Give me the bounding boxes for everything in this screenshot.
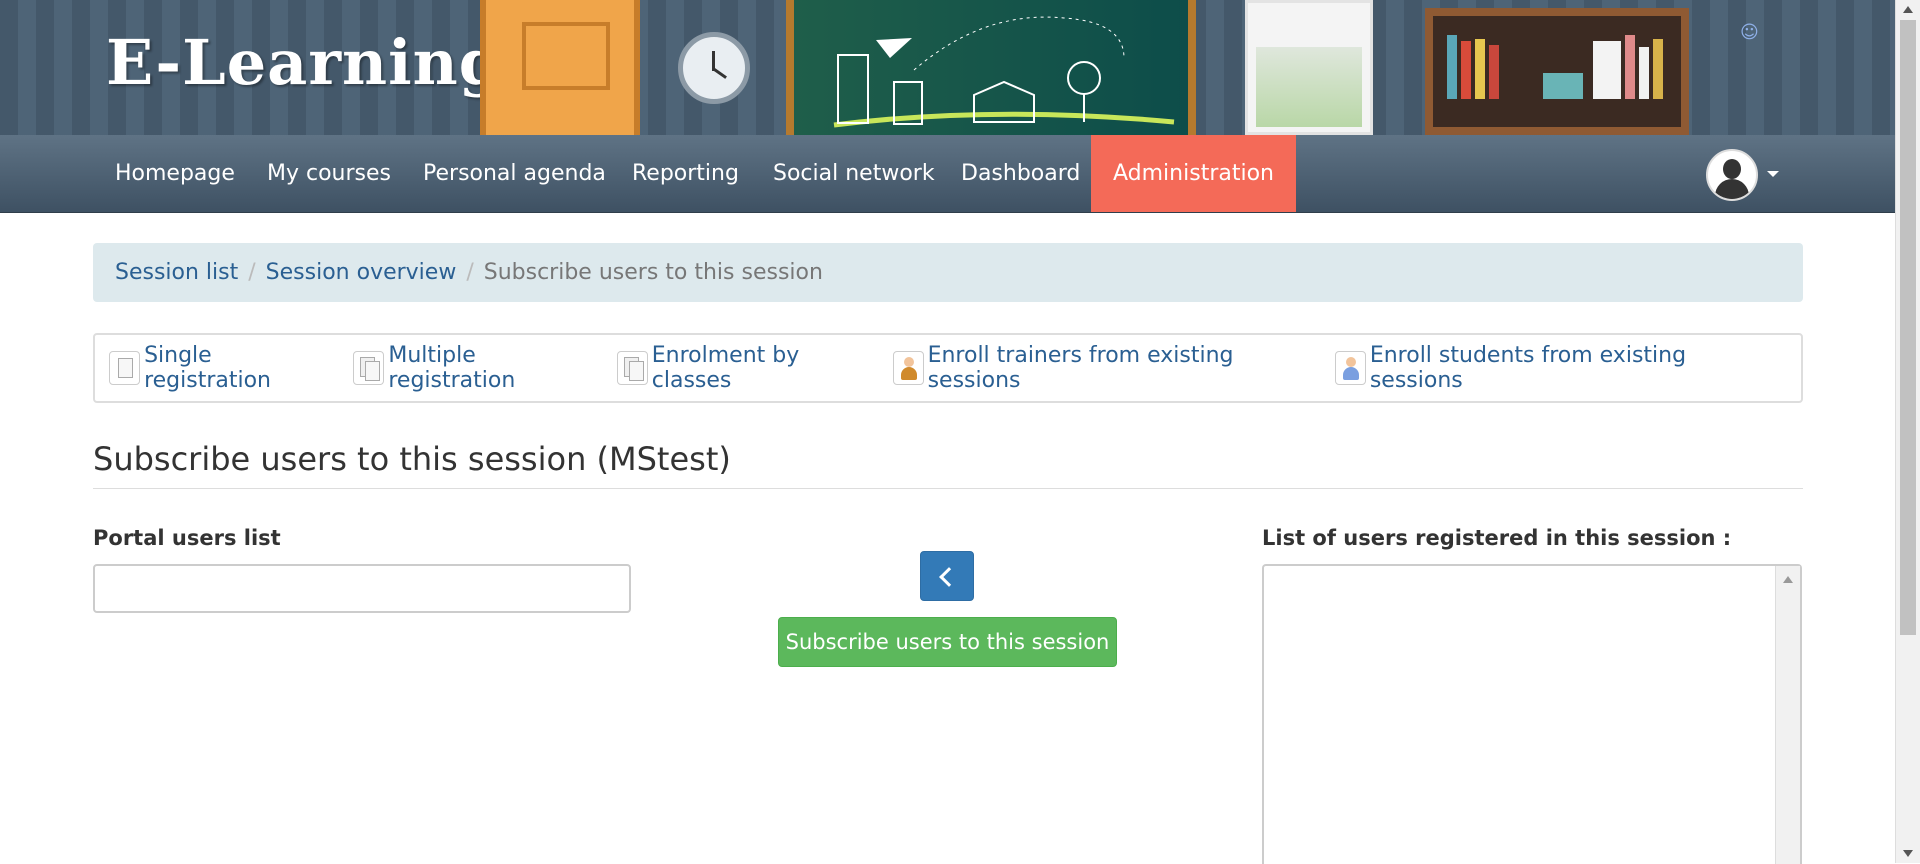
registration-toolbar: Single registration Multiple registratio… — [93, 333, 1803, 403]
user-icon: ☺ — [1740, 22, 1759, 43]
nav-my-courses[interactable]: My courses — [245, 135, 413, 212]
nav-dashboard[interactable]: Dashboard — [939, 135, 1102, 212]
document-icon — [109, 351, 141, 385]
subscribe-users-button[interactable]: Subscribe users to this session — [778, 617, 1117, 667]
breadcrumb-current: Subscribe users to this session — [483, 260, 823, 285]
chevron-down-icon[interactable] — [1767, 171, 1779, 177]
toolbar-label: Enroll trainers from existing sessions — [927, 343, 1234, 393]
breadcrumb-session-list[interactable]: Session list — [115, 260, 238, 285]
nav-social-network[interactable]: Social network — [751, 135, 957, 212]
multiple-registration-link[interactable]: Multiple registration — [353, 343, 602, 393]
enroll-students-link[interactable]: Enroll students from existing sessions — [1334, 343, 1773, 393]
page-title: Subscribe users to this session (MStest) — [93, 440, 731, 478]
chalkboard-illustration — [786, 0, 1196, 135]
toolbar-label: Multiple registration — [388, 343, 516, 393]
move-left-button[interactable] — [920, 551, 974, 601]
nav-administration[interactable]: Administration — [1091, 135, 1296, 212]
toolbar-label: Enroll students from existing sessions — [1369, 343, 1687, 393]
toolbar-label: Enrolment by classes — [651, 343, 800, 393]
scroll-up-icon[interactable] — [1903, 6, 1913, 13]
enrolment-by-classes-link[interactable]: Enrolment by classes — [616, 343, 879, 393]
breadcrumb-separator: / — [466, 260, 474, 285]
user-avatar-icon[interactable] — [1706, 149, 1758, 201]
toolbar-label: Single registration — [144, 343, 271, 393]
list-scrollbar[interactable] — [1775, 566, 1800, 864]
breadcrumb-separator: / — [248, 260, 256, 285]
registered-users-label: List of users registered in this session… — [1262, 526, 1732, 550]
scrollbar-thumb[interactable] — [1900, 20, 1916, 635]
enroll-trainers-link[interactable]: Enroll trainers from existing sessions — [892, 343, 1321, 393]
chevron-left-icon — [939, 567, 959, 587]
scroll-down-icon[interactable] — [1903, 850, 1913, 857]
nav-reporting[interactable]: Reporting — [610, 135, 761, 212]
main-navbar: Homepage My courses Personal agenda Repo… — [0, 135, 1895, 213]
picture-frame-illustration — [1245, 0, 1373, 135]
nav-personal-agenda[interactable]: Personal agenda — [401, 135, 628, 212]
title-divider — [93, 488, 1803, 489]
documents-icon — [616, 351, 648, 385]
page-scrollbar[interactable] — [1895, 0, 1920, 863]
header-banner: E-Learning ☺ — [0, 0, 1895, 135]
door-illustration — [480, 0, 640, 135]
nav-homepage[interactable]: Homepage — [93, 135, 257, 212]
student-icon — [1334, 351, 1366, 385]
breadcrumb-session-overview[interactable]: Session overview — [266, 260, 457, 285]
single-registration-link[interactable]: Single registration — [109, 343, 339, 393]
breadcrumb: Session list / Session overview / Subscr… — [93, 243, 1803, 302]
site-logo[interactable]: E-Learning — [106, 26, 503, 99]
portal-users-input[interactable] — [93, 564, 631, 613]
clock-icon — [678, 32, 750, 104]
registered-users-list[interactable] — [1262, 564, 1802, 864]
documents-icon — [353, 351, 385, 385]
portal-users-label: Portal users list — [93, 526, 281, 550]
trainer-icon — [892, 351, 924, 385]
bookshelf-illustration — [1425, 8, 1689, 135]
